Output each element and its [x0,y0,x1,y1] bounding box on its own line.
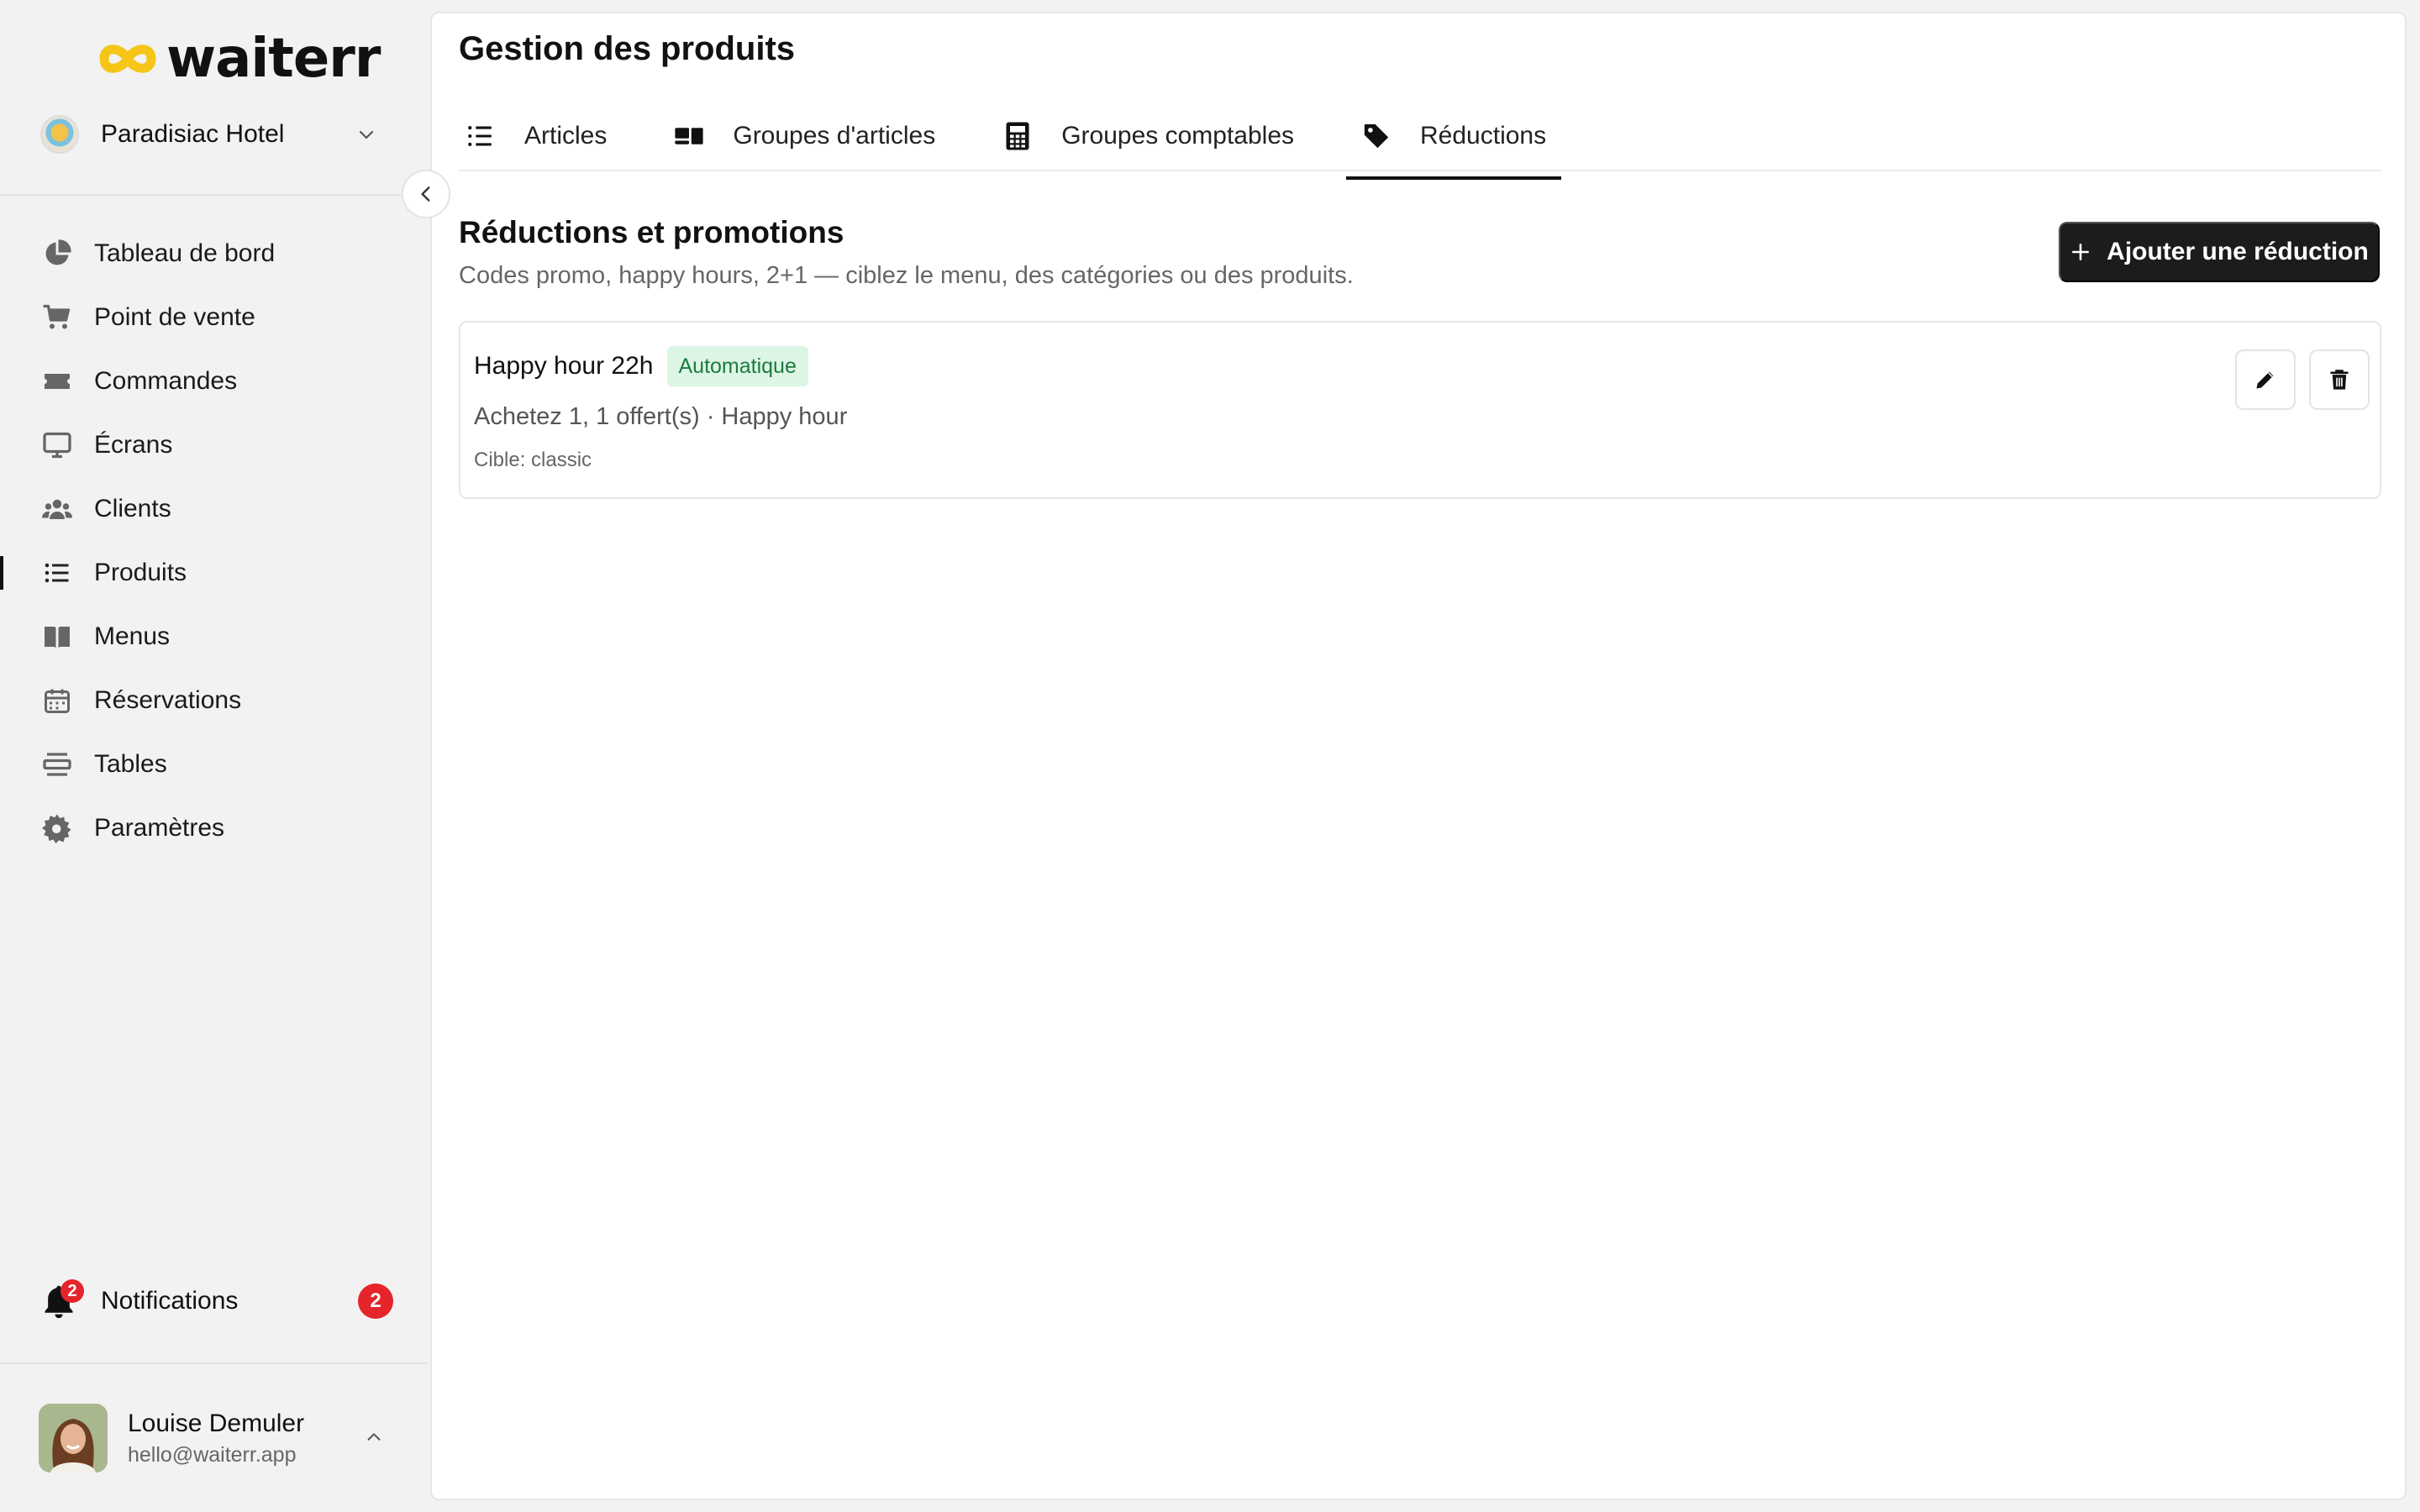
sidebar-item-label: Clients [94,495,171,522]
sidebar-item-label: Paramètres [94,814,225,842]
section-title: Réductions et promotions [459,215,844,249]
sidebar-divider [0,1362,429,1364]
logo-text: waiterr [166,28,381,90]
sidebar-item-label: Menus [94,622,171,650]
section-subtitle: Codes promo, happy hours, 2+1 — ciblez l… [459,262,1354,289]
infinity-logo-icon [99,45,156,73]
venue-avatar [40,115,79,154]
tab-label: Réductions [1420,122,1547,150]
tab-article-groups[interactable]: Groupes d'articles [667,94,942,178]
page-title: Gestion des produits [459,30,796,67]
tab-accounting-groups[interactable]: Groupes comptables [996,94,1301,178]
list-icon [466,121,496,151]
calendar-icon [40,684,74,717]
discount-description: Achetez 1, 1 offert(s) · Happy hour [474,403,848,430]
sidebar-item-dashboard[interactable]: Tableau de bord [0,222,429,286]
bell-icon: 2 [40,1279,84,1320]
discount-name: Happy hour 22h [474,352,654,380]
sidebar-item-menus[interactable]: Menus [0,605,429,669]
book-icon [40,620,74,654]
sidebar-item-orders[interactable]: Commandes [0,349,429,413]
avatar [39,1404,108,1473]
notifications-item[interactable]: 2 Notifications 2 [40,1275,393,1327]
tabs-divider [459,170,2381,171]
trash-icon [2330,370,2349,390]
sidebar-nav: Tableau de bord Point de vente Commandes… [0,222,429,860]
tab-label: Groupes comptables [1061,122,1295,150]
table-icon [40,748,74,781]
sidebar-item-label: Commandes [94,367,238,395]
product-tabs: Articles Groupes d'articles Groupes comp… [459,94,1607,180]
add-discount-button[interactable]: Ajouter une réduction [2059,222,2380,282]
list-icon [40,556,74,590]
status-badge: Automatique [666,346,808,386]
sidebar-item-label: Tableau de bord [94,239,276,267]
bell-badge: 2 [60,1279,84,1303]
tab-label: Articles [524,122,608,150]
sidebar-item-label: Tables [94,750,167,778]
waiterr-logo[interactable]: waiterr [97,28,381,90]
monitor-icon [40,428,74,462]
sidebar-item-reservations[interactable]: Réservations [0,669,429,732]
plus-icon [2072,244,2090,260]
chevron-up-icon [367,1433,381,1441]
chevron-left-icon [421,186,430,202]
notifications-label: Notifications [101,1287,239,1315]
chevron-down-icon [359,130,374,139]
sidebar: waiterr Paradisiac Hotel Tableau de bord… [0,0,429,1512]
delete-discount-button[interactable] [2309,349,2370,410]
add-discount-label: Ajouter une réduction [2107,238,2369,265]
user-name: Louise Demuler [128,1409,305,1437]
tab-discounts[interactable]: Réductions [1346,94,1562,180]
cart-icon [40,301,74,334]
main-panel: Gestion des produits Articles Groupes d'… [430,12,2407,1500]
venue-selector[interactable]: Paradisiac Hotel [40,109,393,160]
collapse-sidebar-button[interactable] [402,170,450,218]
sidebar-item-tables[interactable]: Tables [0,732,429,796]
sidebar-divider [0,194,429,196]
sidebar-item-clients[interactable]: Clients [0,477,429,541]
tab-label: Groupes d'articles [733,122,936,150]
sidebar-item-products[interactable]: Produits [0,541,429,605]
sidebar-item-pos[interactable]: Point de vente [0,286,429,349]
discount-card: Happy hour 22h Automatique Achetez 1, 1 … [459,321,2381,499]
tag-icon [1361,121,1392,151]
gear-icon [40,811,74,845]
sidebar-item-label: Produits [94,559,187,586]
groups-icon [674,121,704,151]
ticket-icon [40,365,74,398]
users-icon [40,492,74,526]
sidebar-item-label: Écrans [94,431,173,459]
pie-chart-icon [40,237,74,270]
calculator-icon [1002,121,1033,151]
user-email: hello@waiterr.app [128,1442,297,1467]
discount-target: Cible: classic [474,449,592,471]
sidebar-item-settings[interactable]: Paramètres [0,796,429,860]
pencil-icon [2256,371,2274,389]
sidebar-item-screens[interactable]: Écrans [0,413,429,477]
sidebar-item-label: Réservations [94,686,242,714]
venue-name: Paradisiac Hotel [101,120,285,148]
tab-articles[interactable]: Articles [459,94,613,178]
edit-discount-button[interactable] [2235,349,2296,410]
sidebar-item-label: Point de vente [94,303,255,331]
notifications-count-badge: 2 [358,1284,393,1319]
user-menu[interactable]: Louise Demuler hello@waiterr.app [39,1403,400,1473]
